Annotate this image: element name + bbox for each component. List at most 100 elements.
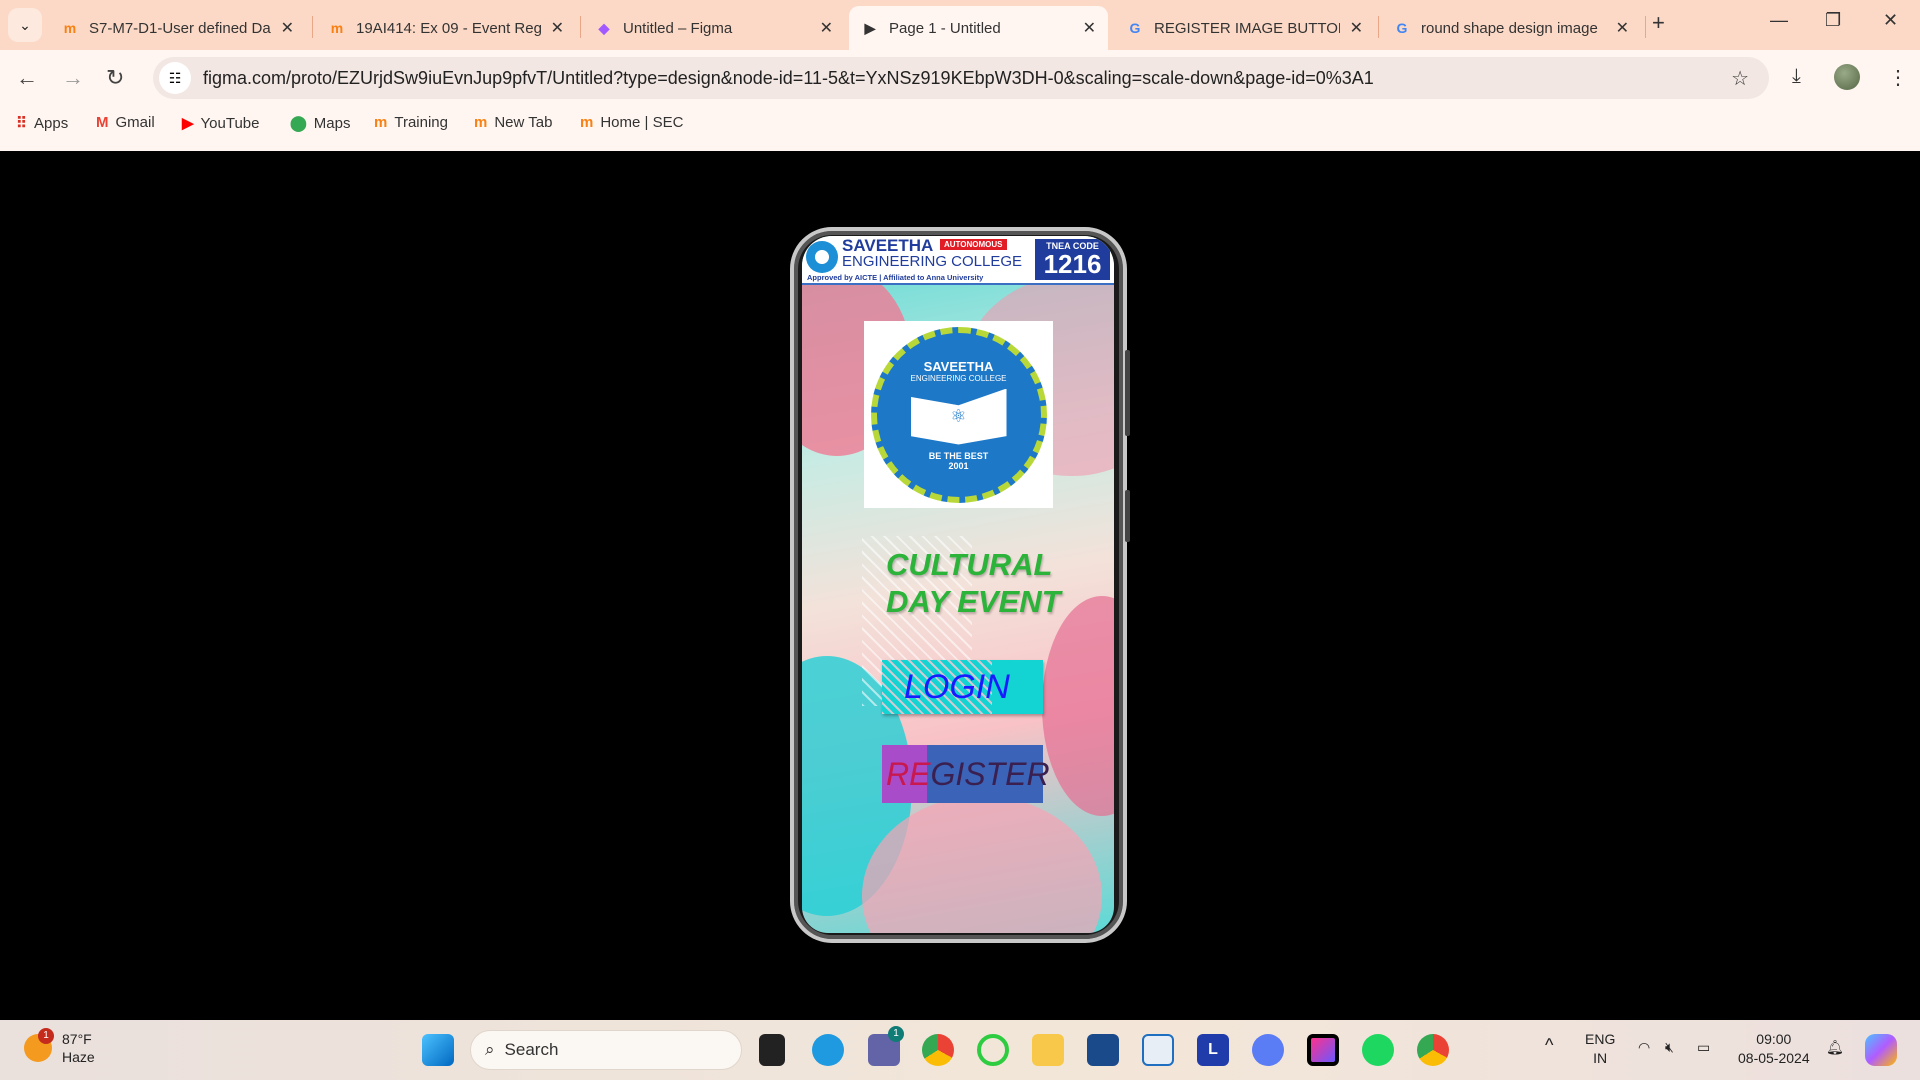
spotify-icon[interactable]	[1362, 1034, 1394, 1066]
tab-4[interactable]: G REGISTER IMAGE BUTTON ✕	[1114, 6, 1375, 50]
intellij-icon[interactable]	[1307, 1034, 1339, 1066]
edge-icon[interactable]	[812, 1034, 844, 1066]
close-icon[interactable]: ✕	[1616, 18, 1629, 38]
microsoft-store-icon[interactable]	[1087, 1034, 1119, 1066]
clock[interactable]: 09:00 08-05-2024	[1738, 1030, 1810, 1068]
event-title: CULTURAL DAY EVENT	[886, 547, 1061, 619]
wifi-icon[interactable]: ◠	[1638, 1038, 1650, 1057]
tab-divider	[1378, 16, 1379, 38]
tab-1[interactable]: m 19AI414: Ex 09 - Event Reg ✕	[316, 6, 576, 50]
apps-grid-icon: ⠿	[16, 115, 27, 132]
phone-screen: SAVEETHA ENGINEERING COLLEGE AUTONOMOUS A…	[802, 236, 1114, 933]
close-icon[interactable]: ✕	[1083, 18, 1096, 38]
search-placeholder: Search	[504, 1040, 559, 1059]
tab-title: round shape design image	[1421, 19, 1598, 37]
moodle-icon: m	[374, 114, 388, 131]
bookmark-youtube[interactable]: ▶ YouTube	[182, 114, 260, 133]
bookmark-label: Training	[394, 114, 448, 131]
close-window-button[interactable]: ✕	[1883, 10, 1898, 31]
teams-icon[interactable]: 1	[868, 1026, 904, 1066]
show-hidden-icons-chevron-up-icon[interactable]: ^	[1545, 1036, 1553, 1055]
bookmark-label: YouTube	[200, 114, 260, 132]
new-tab-button[interactable]: +	[1652, 10, 1665, 36]
app-window-icon[interactable]	[1142, 1034, 1174, 1066]
google-icon: G	[1129, 20, 1141, 36]
register-button[interactable]: REGISTER	[882, 745, 1050, 803]
task-view-icon[interactable]	[759, 1034, 785, 1066]
tab-divider	[580, 16, 581, 38]
minimize-button[interactable]: —	[1770, 10, 1788, 31]
bookmark-new-tab[interactable]: m New Tab	[474, 114, 552, 131]
chrome-profile-icon[interactable]	[1417, 1034, 1449, 1066]
logo-year: 2001	[948, 460, 969, 471]
close-icon[interactable]: ✕	[551, 18, 564, 38]
copilot-icon[interactable]	[1865, 1034, 1897, 1066]
tab-0[interactable]: m S7-M7-D1-User defined Da ✕	[49, 6, 306, 50]
tab-3-active[interactable]: ▶ Page 1 - Untitled ✕	[849, 6, 1108, 50]
open-book-icon: ⚛	[910, 388, 1007, 445]
tab-bar: ⌄ m S7-M7-D1-User defined Da ✕ m 19AI414: E…	[0, 0, 1920, 50]
notification-bell-icon[interactable]: 🔔︎	[1826, 1038, 1844, 1057]
moodle-icon: m	[474, 114, 488, 131]
logo-name: SAVEETHA	[923, 358, 994, 374]
bookmark-home-sec[interactable]: m Home | SEC	[580, 114, 683, 131]
download-icon[interactable]: ⤓	[1792, 65, 1801, 88]
figma-icon: ◆	[598, 19, 610, 36]
avatar[interactable]	[1834, 64, 1860, 90]
arc-app-icon[interactable]	[1252, 1034, 1284, 1066]
close-icon[interactable]: ✕	[820, 18, 833, 38]
close-icon[interactable]: ✕	[1350, 18, 1363, 38]
weather-haze-icon: 1	[24, 1028, 54, 1062]
moodle-icon: m	[330, 20, 344, 36]
language-indicator[interactable]: ENG IN	[1585, 1030, 1615, 1068]
tab-title: Untitled – Figma	[623, 19, 733, 37]
gmail-icon: M	[96, 114, 109, 131]
restore-button[interactable]: ❐	[1825, 10, 1841, 31]
reload-button[interactable]: ↻	[106, 65, 124, 91]
file-explorer-icon[interactable]	[1032, 1034, 1064, 1066]
login-button[interactable]: LOGIN	[882, 660, 1043, 714]
battery-icon[interactable]: ▭	[1697, 1038, 1710, 1057]
browser-toolbar: ← → ↻ ☷ figma.com/proto/EZUrjdSw9iuEvnJu…	[0, 50, 1920, 151]
address-bar[interactable]: ☷ figma.com/proto/EZUrjdSw9iuEvnJup9pfvT…	[153, 57, 1769, 99]
phone-side-button	[1125, 490, 1130, 542]
bookmark-star-icon[interactable]: ☆	[1731, 66, 1749, 91]
logo-sub: ENGINEERING COLLEGE	[910, 373, 1007, 383]
app-ring-icon[interactable]	[977, 1034, 1009, 1066]
background-blob	[1042, 596, 1114, 816]
gear-emblem: SAVEETHA ENGINEERING COLLEGE ⚛ BE THE BE…	[870, 326, 1047, 503]
register-label-a: RE	[886, 755, 931, 792]
maps-icon: ⬤	[290, 115, 307, 132]
bookmark-training[interactable]: m Training	[374, 114, 448, 131]
windows-start-icon[interactable]	[422, 1034, 454, 1066]
bookmark-label: Home | SEC	[600, 114, 684, 131]
back-button[interactable]: ←	[16, 65, 38, 91]
bookmark-maps[interactable]: ⬤ Maps	[290, 114, 351, 133]
tab-5[interactable]: Ground shape design image ✕	[1381, 6, 1641, 50]
tab-title: Page 1 - Untitled	[889, 19, 1001, 37]
tab-search-button[interactable]: ⌄	[8, 8, 42, 42]
bookmark-label: Maps	[313, 114, 351, 132]
tab-title: 19AI414: Ex 09 - Event Reg	[356, 19, 541, 37]
l-app-icon[interactable]: L	[1197, 1034, 1229, 1066]
search-icon: ⌕	[485, 1040, 495, 1059]
bookmark-apps[interactable]: ⠿ Apps	[16, 114, 68, 133]
tab-divider	[1645, 16, 1646, 38]
notification-badge: 1	[38, 1028, 54, 1044]
bookmark-gmail[interactable]: M Gmail	[96, 114, 155, 131]
chrome-icon[interactable]	[922, 1034, 954, 1066]
site-settings-icon[interactable]: ☷	[159, 62, 191, 94]
forward-button[interactable]: →	[62, 65, 84, 91]
taskbar-search[interactable]: ⌕ Search	[470, 1030, 742, 1070]
tab-2[interactable]: ◆ Untitled – Figma ✕	[583, 6, 845, 50]
phone-side-button	[1125, 350, 1130, 436]
youtube-icon: ▶	[182, 115, 194, 132]
weather-widget[interactable]: 1 87°F Haze	[24, 1028, 95, 1066]
college-emblem-icon	[806, 241, 838, 273]
volume-muted-icon[interactable]: 🔇︎	[1665, 1038, 1674, 1057]
moodle-icon: m	[63, 20, 77, 36]
tab-divider	[312, 16, 313, 38]
url-text[interactable]: figma.com/proto/EZUrjdSw9iuEvnJup9pfvT/U…	[203, 68, 1374, 89]
close-icon[interactable]: ✕	[281, 18, 294, 38]
menu-kebab-icon[interactable]: ⋮	[1888, 65, 1908, 90]
